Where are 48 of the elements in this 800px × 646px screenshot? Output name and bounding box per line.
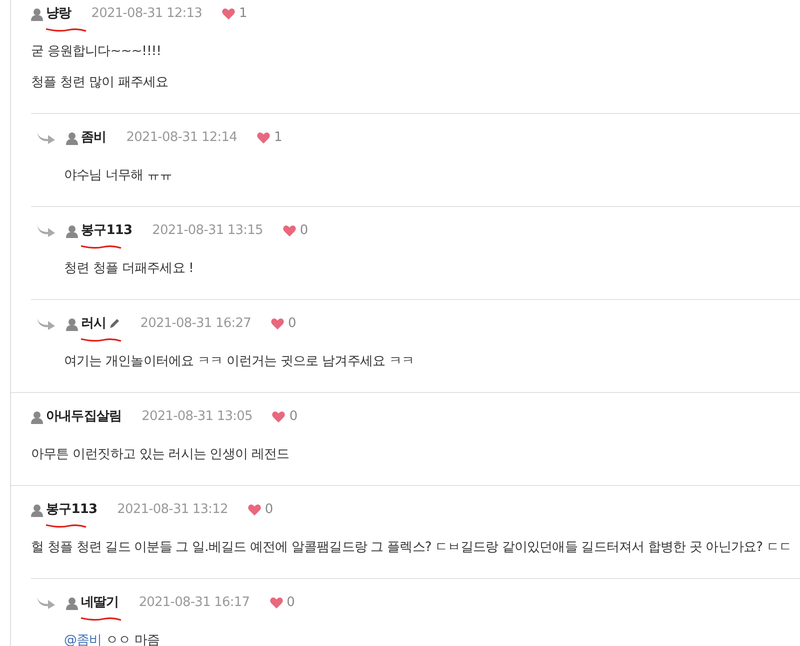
heart-icon — [272, 411, 286, 423]
user-icon — [66, 132, 78, 144]
comment-date: 2021-08-31 16:27 — [140, 315, 251, 333]
user-icon — [66, 596, 78, 610]
author-name[interactable]: 냥랑 — [46, 4, 72, 24]
heart-icon — [248, 504, 261, 516]
comment-date: 2021-08-31 13:15 — [152, 222, 263, 240]
comment-text: @좀비 ㅇㅇ 마즘 — [64, 632, 161, 646]
user-icon — [31, 504, 43, 516]
like-count: 0 — [289, 408, 298, 426]
author-name[interactable]: 봉구113 — [81, 221, 132, 241]
heart-icon — [270, 318, 284, 330]
mention-link[interactable]: @좀비 — [64, 633, 102, 646]
like-count: 0 — [288, 315, 296, 333]
user-icon — [66, 318, 78, 330]
comment-text: 헐 청플 청련 길드 이분들 그 일.베길드 예전에 알콜팸길드랑 그 플렉스? ㄷㅂ길드랑 같이있던애들 길드터져서 합병한 곳 아닌가요? ㄷㄷ — [31, 539, 793, 557]
heart-icon — [270, 597, 283, 609]
heart-icon — [256, 132, 270, 144]
like-count: 0 — [300, 222, 308, 240]
reply-arrow-icon — [36, 131, 56, 145]
like-count: 0 — [286, 594, 294, 612]
user-icon — [31, 410, 43, 424]
reply-arrow-icon — [36, 317, 56, 331]
comment-date: 2021-08-31 12:13 — [91, 5, 202, 23]
like-count: 0 — [264, 501, 273, 519]
author-name[interactable]: 봉구113 — [46, 500, 98, 520]
comment-text: 야수님 너무해 ㅠㅠ — [64, 167, 174, 185]
comment-text: 굳 응원합니다~~~!!!! — [31, 43, 162, 61]
user-icon — [31, 8, 43, 20]
reply-arrow-icon — [36, 224, 56, 238]
comment-text: 아무튼 이런짓하고 있는 러시는 인생이 레전드 — [31, 446, 290, 464]
like-count: 1 — [238, 5, 247, 23]
comment-date: 2021-08-31 12:14 — [126, 129, 237, 147]
reply-arrow-icon — [36, 596, 56, 610]
comment-date: 2021-08-31 13:05 — [142, 408, 252, 426]
comment-text: 여기는 개인놀이터에요 ㅋㅋ 이런거는 귓으로 남겨주세요 ㅋㅋ — [64, 353, 415, 371]
comment-date: 2021-08-31 13:12 — [117, 501, 228, 519]
author-name[interactable]: 좀비 — [81, 128, 106, 148]
heart-icon — [282, 225, 296, 237]
heart-icon — [222, 8, 235, 20]
author-name[interactable]: 아내두집살림 — [46, 407, 122, 427]
like-count: 1 — [274, 129, 282, 147]
comment-date: 2021-08-31 16:17 — [138, 594, 250, 612]
user-icon — [66, 224, 78, 238]
comment-text: 청련 청플 더패주세요 ! — [64, 260, 194, 278]
comment-text: 청플 청련 많이 패주세요 — [31, 74, 170, 92]
author-name[interactable]: 러시 — [81, 314, 106, 334]
author-name[interactable]: 네딸기 — [81, 593, 119, 613]
